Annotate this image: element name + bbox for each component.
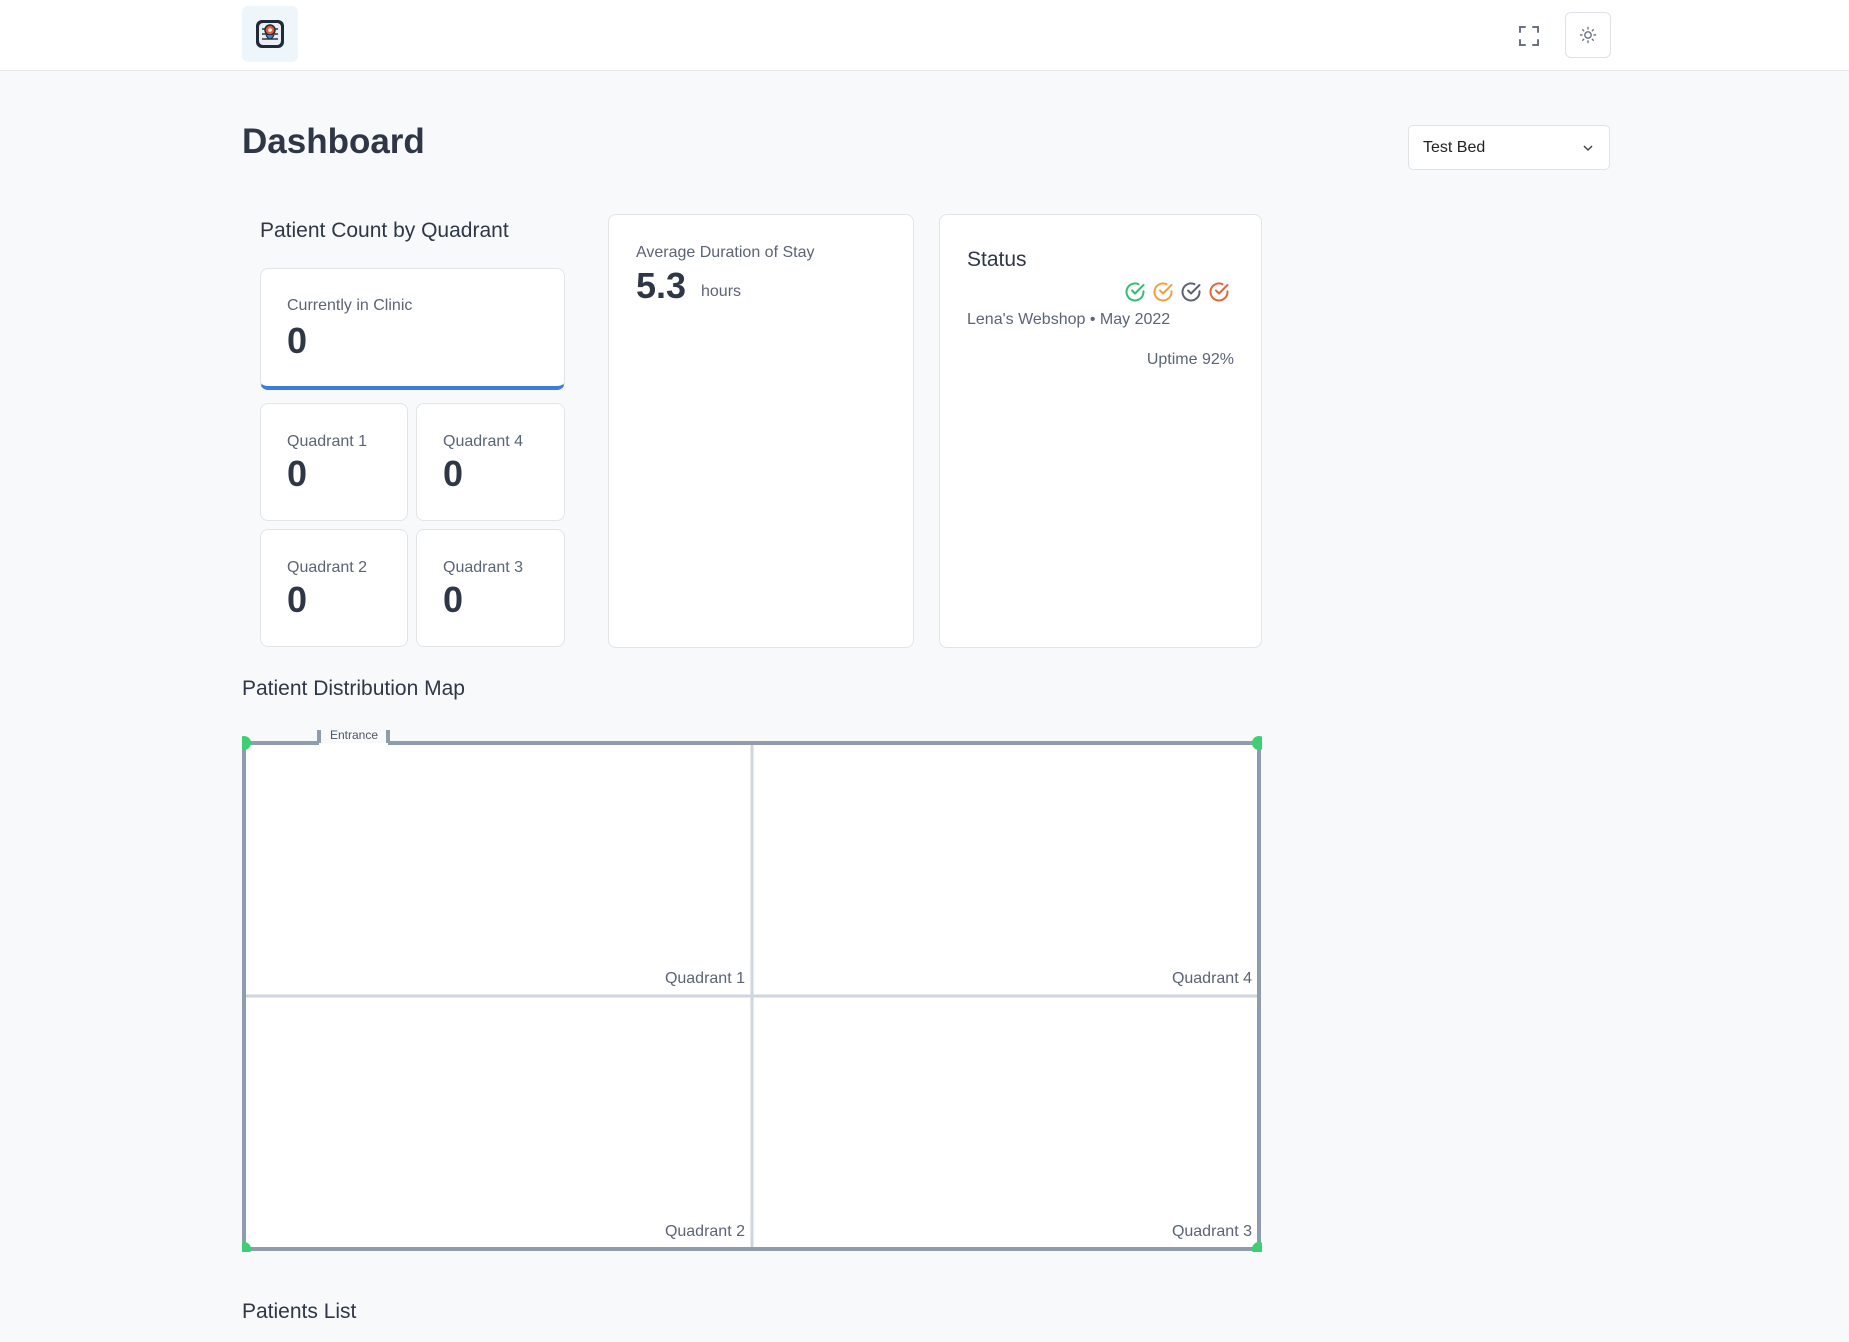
map-quadrant-1[interactable] <box>244 743 752 996</box>
fullscreen-icon[interactable] <box>1513 20 1545 52</box>
quadrant-1-card: Quadrant 1 0 <box>260 403 408 521</box>
quadrant-2-label: Quadrant 2 <box>287 559 368 576</box>
map-quadrant-2-label: Quadrant 2 <box>665 1223 745 1240</box>
check-circle-gray-icon <box>1181 282 1201 302</box>
map-quadrant-2[interactable] <box>244 996 752 1249</box>
currently-in-clinic-label: Currently in Clinic <box>287 297 413 314</box>
map-canvas: Entrance Quadrant 1 Quadrant 4 Quadrant … <box>237 728 1266 1256</box>
quadrant-3-card: Quadrant 3 0 <box>416 529 565 647</box>
status-title: Status <box>967 248 1027 271</box>
quadrant-4-value: 0 <box>443 453 464 494</box>
status-icons <box>1124 281 1230 303</box>
patient-count-title: Patient Count by Quadrant <box>260 219 509 242</box>
map-quadrant-4-label: Quadrant 4 <box>1172 970 1252 987</box>
quadrant-4-card: Quadrant 4 0 <box>416 403 565 521</box>
status-uptime: Uptime 92% <box>1146 351 1234 368</box>
top-bar <box>0 0 1849 71</box>
quadrant-2-card: Quadrant 2 0 <box>260 529 408 647</box>
map-quadrant-3[interactable] <box>752 996 1259 1249</box>
site-selector-value: Test Bed <box>1423 138 1486 156</box>
quadrant-4-label: Quadrant 4 <box>443 433 524 450</box>
clinic-map-logo-icon[interactable] <box>242 6 298 62</box>
quadrant-2-value: 0 <box>287 579 308 620</box>
sun-icon <box>1579 26 1597 44</box>
map-quadrant-1-label: Quadrant 1 <box>665 970 745 987</box>
average-duration-unit: hours <box>701 283 742 300</box>
page-title: Dashboard <box>242 122 425 161</box>
quadrant-3-value: 0 <box>443 579 464 620</box>
theme-toggle-button[interactable] <box>1565 12 1611 58</box>
check-circle-orange-icon <box>1153 282 1173 302</box>
check-circle-red-icon <box>1209 282 1229 302</box>
quadrant-3-label: Quadrant 3 <box>443 559 524 576</box>
map-quadrant-3-label: Quadrant 3 <box>1172 1223 1252 1240</box>
average-duration-label: Average Duration of Stay <box>636 244 815 261</box>
check-circle-green-icon <box>1125 282 1145 302</box>
quadrant-1-value: 0 <box>287 453 308 494</box>
patient-distribution-map: Entrance Quadrant 1 Quadrant 4 Quadrant … <box>237 726 1266 1256</box>
status-card: Status Lena's Webshop • May 2022 Uptime … <box>939 214 1262 648</box>
currently-in-clinic-value: 0 <box>287 320 308 361</box>
average-duration-card: Average Duration of Stay 5.3 hours <box>608 214 914 648</box>
status-source: Lena's Webshop • May 2022 <box>967 311 1171 328</box>
map-quadrant-4[interactable] <box>752 743 1259 996</box>
patients-list-title: Patients List <box>242 1300 357 1323</box>
map-title: Patient Distribution Map <box>242 677 465 700</box>
chevron-down-icon <box>1583 144 1593 151</box>
entrance-label: Entrance <box>330 728 378 742</box>
site-selector[interactable]: Test Bed <box>1408 125 1610 170</box>
average-duration-value: 5.3 <box>636 265 687 306</box>
quadrant-1-label: Quadrant 1 <box>287 433 368 450</box>
currently-in-clinic-card: Currently in Clinic 0 <box>260 268 565 390</box>
